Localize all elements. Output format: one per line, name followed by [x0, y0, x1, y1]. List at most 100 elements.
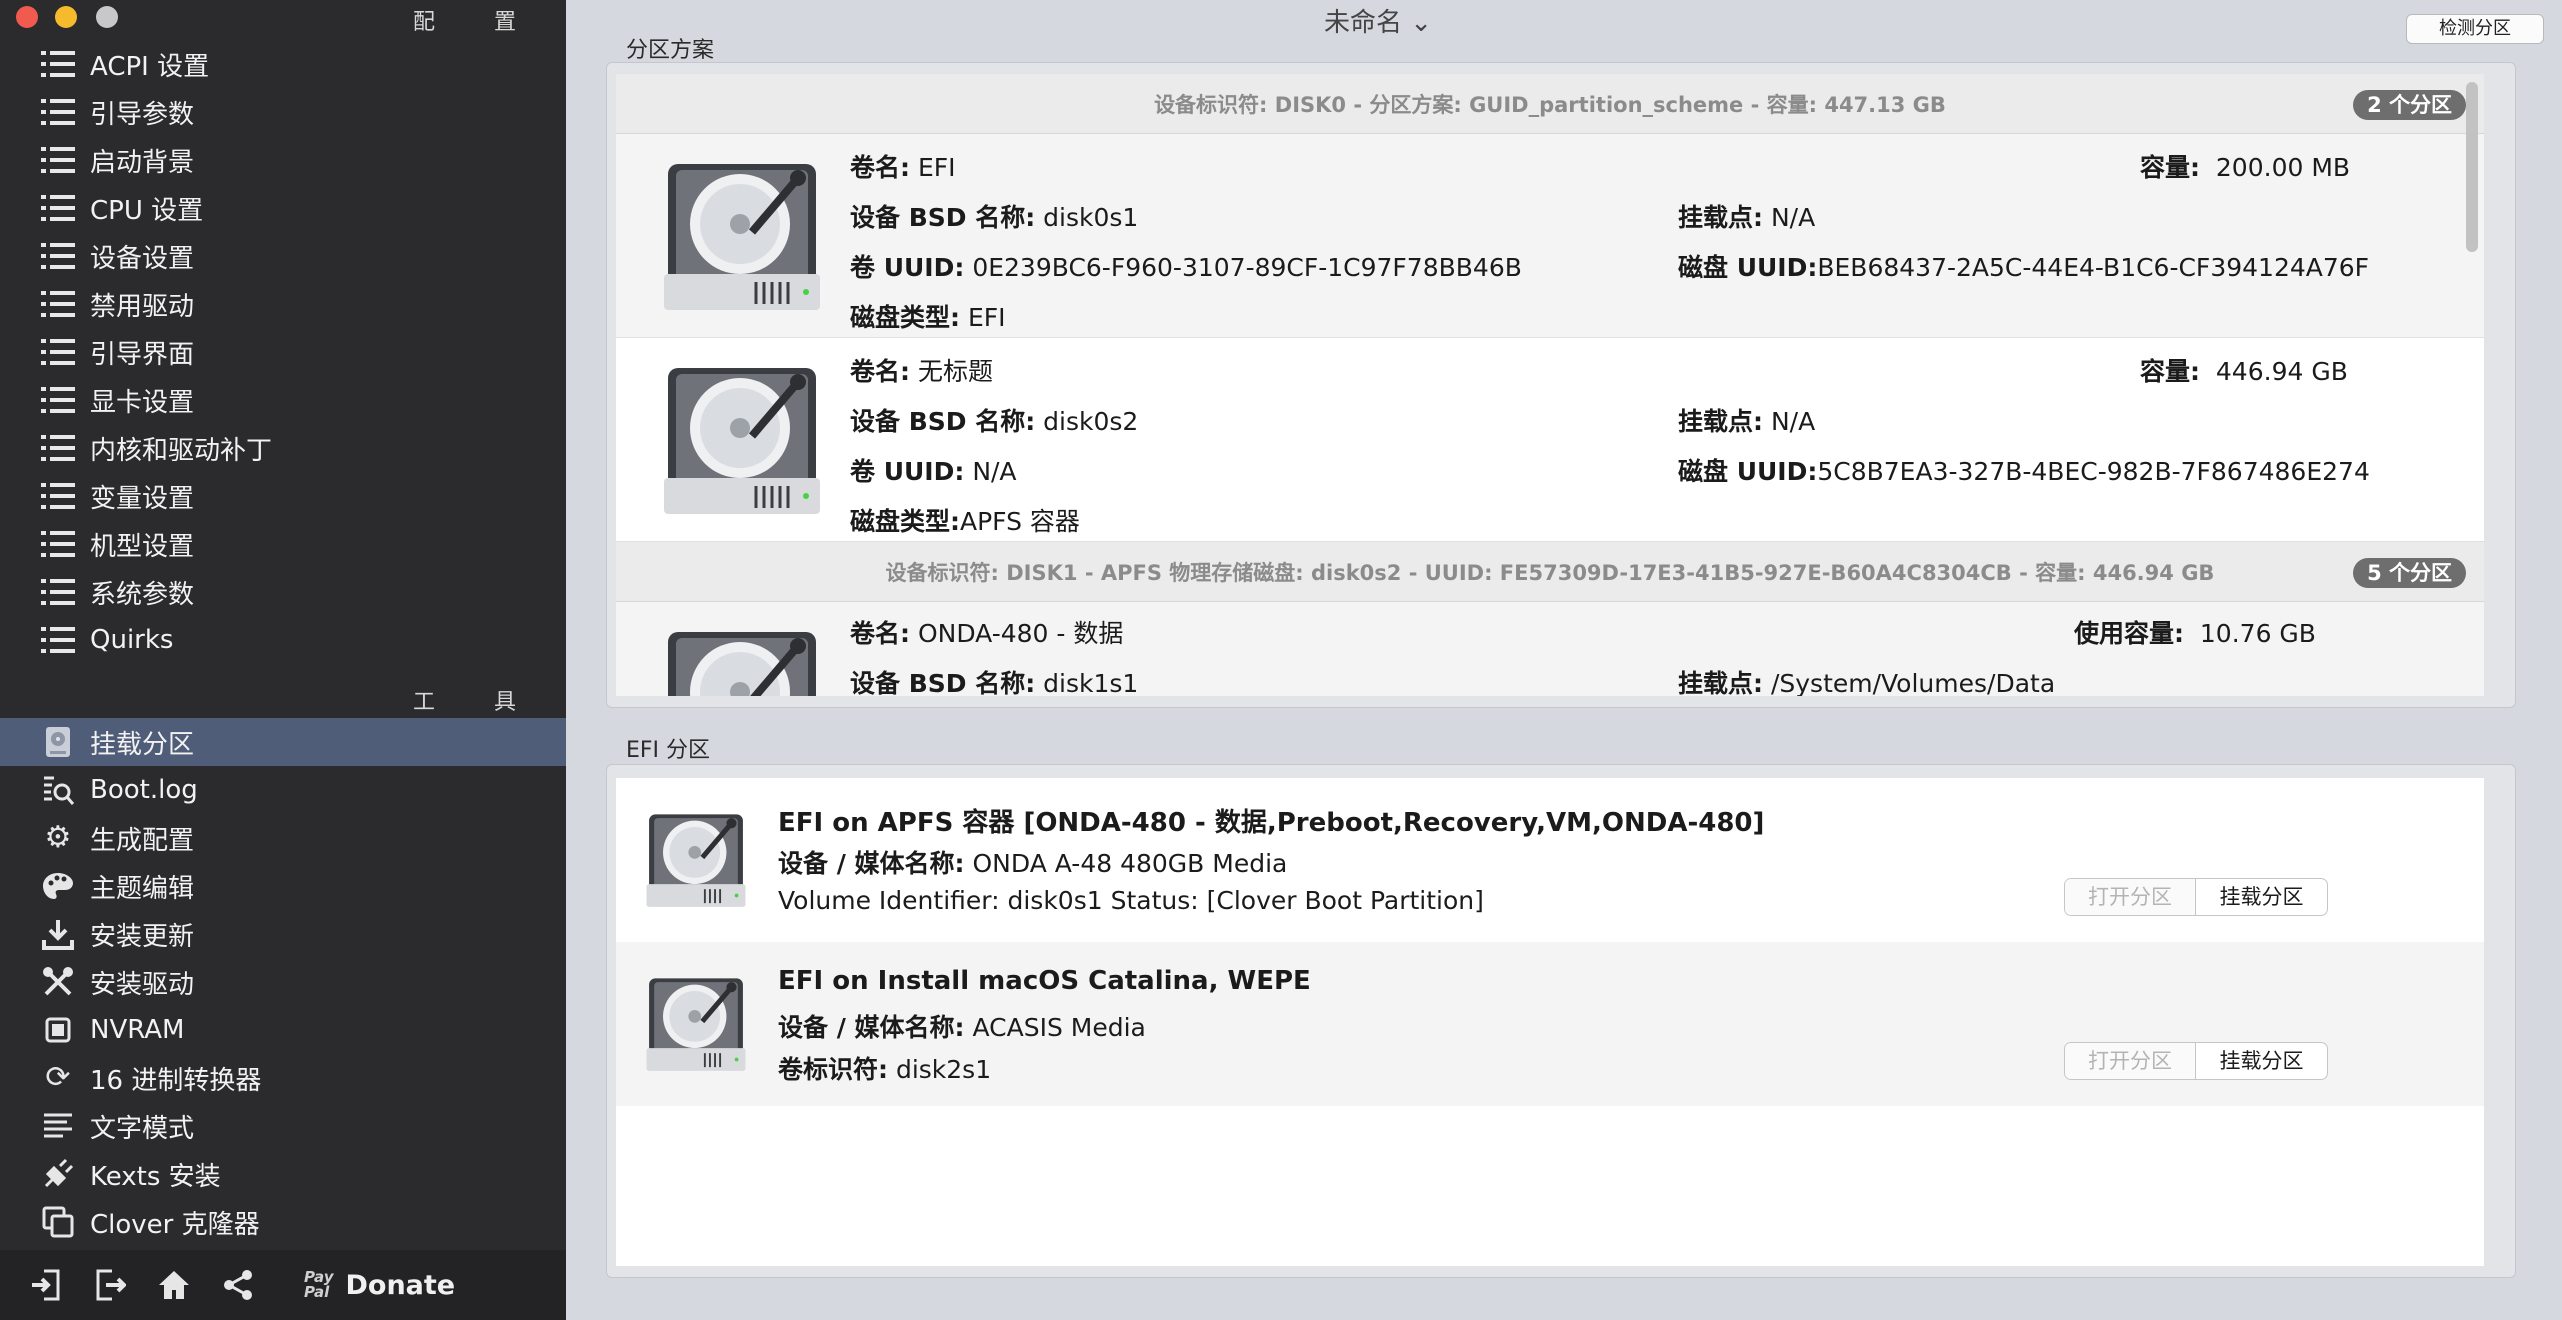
list-icon	[40, 622, 76, 658]
sidebar-item-gui[interactable]: 引导界面	[0, 328, 566, 376]
home-icon[interactable]	[156, 1267, 192, 1303]
donate-button[interactable]: Pay Pal Donate	[304, 1270, 455, 1301]
window-title[interactable]: 未命名 ⌄	[1238, 2, 1518, 39]
config-section-header: 配 置	[413, 10, 542, 35]
refresh-icon: ⟳	[45, 1060, 71, 1095]
sidebar-item-rt-variables[interactable]: 变量设置	[0, 472, 566, 520]
vertical-scrollbar[interactable]	[2466, 82, 2478, 252]
partition-list[interactable]: 设备标识符: DISK0 - 分区方案: GUID_partition_sche…	[616, 74, 2484, 696]
export-icon[interactable]	[92, 1267, 128, 1303]
volume-name: 卷名: EFI	[850, 153, 956, 182]
sidebar-bottom-bar: Pay Pal Donate	[0, 1250, 566, 1320]
efi-action-buttons: 打开分区 挂载分区	[2064, 878, 2328, 916]
list-icon	[40, 478, 76, 514]
bsd-name: 设备 BSD 名称: disk0s1	[850, 203, 1139, 232]
sidebar-item-label: NVRAM	[90, 1015, 185, 1045]
volume-name: 卷名: ONDA-480 - 数据	[850, 619, 1124, 648]
share-icon[interactable]	[220, 1267, 256, 1303]
sidebar-item-kernel-patches[interactable]: 内核和驱动补丁	[0, 424, 566, 472]
open-partition-button[interactable]: 打开分区	[2065, 879, 2196, 915]
sidebar-item-acpi[interactable]: ACPI 设置	[0, 40, 566, 88]
detect-partitions-button[interactable]: 检测分区	[2406, 14, 2544, 44]
sidebar-item-label: 设备设置	[90, 243, 195, 274]
volume-name: 卷名: 无标题	[850, 357, 993, 386]
efi-partition-row[interactable]: EFI on Install macOS Catalina, WEPE 设备 /…	[616, 942, 2484, 1106]
sidebar-item-graphics[interactable]: 显卡设置	[0, 376, 566, 424]
list-icon	[40, 430, 76, 466]
sidebar-item-boot-graphics[interactable]: 启动背景	[0, 136, 566, 184]
partition-count-badge: 5 个分区	[2353, 558, 2466, 588]
disk-header: 设备标识符: DISK0 - 分区方案: GUID_partition_sche…	[616, 74, 2484, 134]
sidebar-item-boot-log[interactable]: Boot.log	[0, 766, 566, 814]
close-window-button[interactable]	[16, 6, 38, 28]
disk-uuid: 磁盘 UUID:BEB68437-2A5C-44E4-B1C6-CF394124…	[1678, 253, 2370, 282]
sidebar-item-mount-partition[interactable]: 挂载分区	[0, 718, 566, 766]
sidebar-item-label: 机型设置	[90, 531, 195, 562]
sidebar-item-quirks[interactable]: Quirks	[0, 616, 566, 664]
sidebar-item-label: 生成配置	[90, 825, 195, 856]
list-icon	[40, 190, 76, 226]
sidebar-item-system-params[interactable]: 系统参数	[0, 568, 566, 616]
sidebar: 配 置 ACPI 设置 引导参数 启动背景 CPU 设置 设备设置 禁用驱动 引…	[0, 0, 566, 1320]
sidebar-item-cpu[interactable]: CPU 设置	[0, 184, 566, 232]
partition-row[interactable]: 卷名: EFI 容量: 200.00 MB 设备 BSD 名称: disk0s1…	[616, 134, 2484, 338]
sidebar-item-kexts-install[interactable]: Kexts 安装	[0, 1150, 566, 1198]
mount-point: 挂载点: N/A	[1678, 407, 1816, 436]
wrench-icon	[40, 964, 76, 1000]
minimize-window-button[interactable]	[55, 6, 77, 28]
sidebar-item-install-drivers[interactable]: 安装驱动	[0, 958, 566, 1006]
sidebar-item-theme-editor[interactable]: 主题编辑	[0, 862, 566, 910]
efi-media-name: 设备 / 媒体名称: ACASIS Media	[778, 1013, 1146, 1042]
efi-partitions-label: EFI 分区	[626, 738, 711, 763]
sidebar-item-label: 启动背景	[90, 147, 195, 178]
capacity: 使用容量: 10.76 GB	[2074, 619, 2316, 648]
sidebar-item-label: 系统参数	[90, 579, 195, 610]
volume-uuid: 卷 UUID: N/A	[850, 457, 1017, 486]
sidebar-item-label: 引导参数	[90, 99, 195, 130]
import-icon[interactable]	[28, 1267, 64, 1303]
paypal-icon: Pay Pal	[304, 1268, 334, 1301]
zoom-window-button[interactable]	[96, 6, 118, 28]
text-lines-icon	[40, 1108, 76, 1144]
mount-partition-button[interactable]: 挂载分区	[2196, 1043, 2327, 1079]
sidebar-item-label: 变量设置	[90, 483, 195, 514]
efi-partition-title: EFI on APFS 容器 [ONDA-480 - 数据,Preboot,Re…	[778, 808, 1765, 838]
sidebar-item-devices[interactable]: 设备设置	[0, 232, 566, 280]
sidebar-item-boot-args[interactable]: 引导参数	[0, 88, 566, 136]
list-icon	[40, 94, 76, 130]
sidebar-item-label: 引导界面	[90, 339, 195, 370]
sidebar-item-label: Clover 克隆器	[90, 1209, 260, 1240]
list-icon	[40, 46, 76, 82]
hard-drive-icon	[660, 154, 824, 322]
efi-partition-row[interactable]: EFI on APFS 容器 [ONDA-480 - 数据,Preboot,Re…	[616, 778, 2484, 942]
donate-label: Donate	[345, 1269, 456, 1301]
sidebar-item-text-mode[interactable]: 文字模式	[0, 1102, 566, 1150]
list-icon	[40, 334, 76, 370]
capacity: 容量: 200.00 MB	[2140, 153, 2351, 182]
sidebar-item-nvram[interactable]: NVRAM	[0, 1006, 566, 1054]
sidebar-item-hex-converter[interactable]: ⟳ 16 进制转换器	[0, 1054, 566, 1102]
mount-partition-button[interactable]: 挂载分区	[2196, 879, 2327, 915]
list-icon	[40, 526, 76, 562]
partition-row[interactable]: 卷名: 无标题 容量: 446.94 GB 设备 BSD 名称: disk0s2…	[616, 338, 2484, 542]
log-search-icon	[40, 772, 76, 808]
partition-count-badge: 2 个分区	[2353, 90, 2466, 120]
sidebar-item-smbios[interactable]: 机型设置	[0, 520, 566, 568]
list-icon	[40, 382, 76, 418]
gears-icon: ⚙	[44, 820, 72, 855]
download-icon	[40, 916, 76, 952]
hard-drive-icon	[644, 808, 748, 916]
efi-volume-status: Volume Identifier: disk0s1 Status: [Clov…	[778, 886, 1484, 915]
chip-icon	[40, 1012, 76, 1048]
open-partition-button[interactable]: 打开分区	[2065, 1043, 2196, 1079]
sidebar-item-label: 挂载分区	[90, 729, 195, 760]
sidebar-item-disable-drivers[interactable]: 禁用驱动	[0, 280, 566, 328]
list-icon	[40, 142, 76, 178]
bsd-name: 设备 BSD 名称: disk1s1	[850, 669, 1139, 696]
sidebar-item-generate-config[interactable]: ⚙ 生成配置	[0, 814, 566, 862]
sidebar-item-install-update[interactable]: 安装更新	[0, 910, 566, 958]
sidebar-item-clover-cloner[interactable]: Clover 克隆器	[0, 1198, 566, 1246]
hard-drive-icon	[660, 358, 824, 526]
partition-row[interactable]: 卷名: ONDA-480 - 数据 使用容量: 10.76 GB 设备 BSD …	[616, 602, 2484, 696]
capacity: 容量: 446.94 GB	[2140, 357, 2348, 386]
